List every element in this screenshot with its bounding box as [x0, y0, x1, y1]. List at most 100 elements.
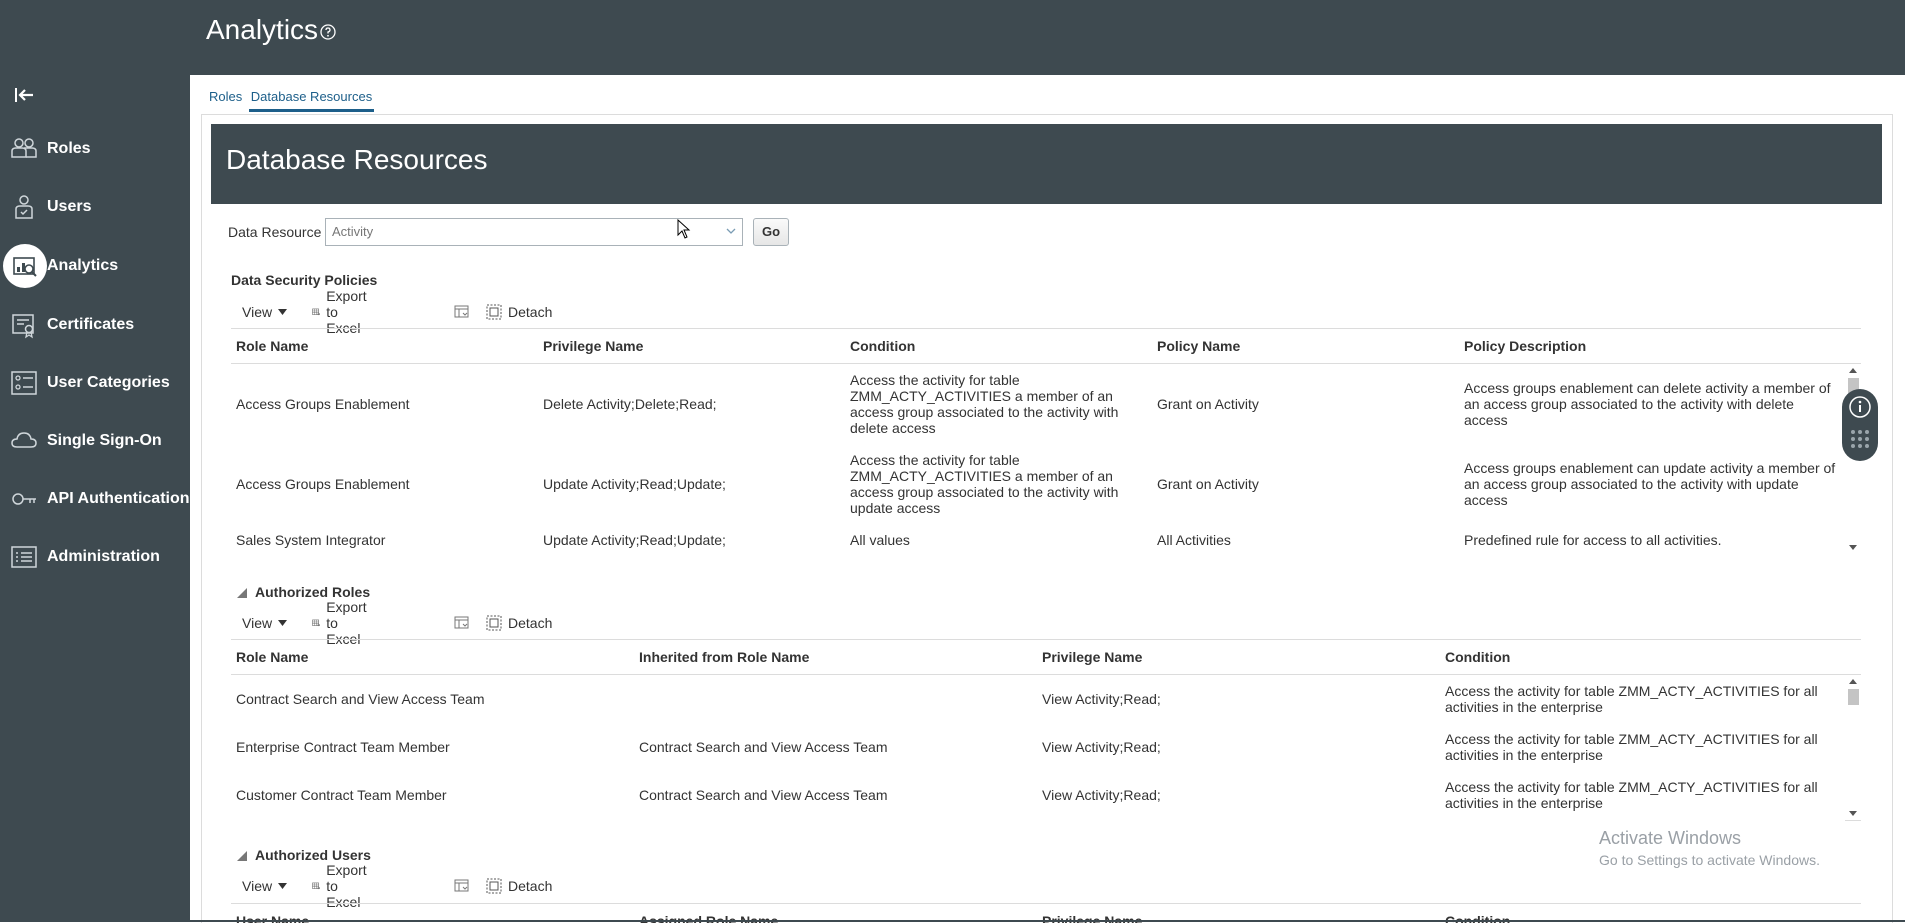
- caret-down-icon: [278, 309, 288, 315]
- apps-grid-icon[interactable]: [1850, 429, 1870, 453]
- authorized-roles-title: Authorized Roles: [255, 584, 371, 600]
- sidebar-item-analytics[interactable]: Analytics: [0, 244, 190, 288]
- scroll-down-arrow[interactable]: [1849, 811, 1857, 816]
- freeze-columns-icon: [454, 616, 469, 629]
- help-icon[interactable]: [320, 24, 336, 40]
- page-banner: Database Resources: [211, 124, 1882, 204]
- sidebar-item-label: Analytics: [47, 257, 119, 274]
- export-excel-icon: [312, 308, 321, 316]
- tab-database-resources[interactable]: Database Resources: [249, 89, 374, 112]
- sidebar-item-certificates[interactable]: Certificates: [0, 303, 190, 347]
- privilege-name-cell: View Activity;Read;: [1042, 787, 1161, 803]
- condition-line: access group associated to the activity …: [850, 404, 1119, 420]
- sidebar-item-administration[interactable]: Administration: [0, 535, 190, 579]
- policy-description-cell: Access groups enablement can delete acti…: [1464, 380, 1843, 428]
- detach-button[interactable]: Detach: [486, 611, 552, 635]
- view-label: View: [242, 878, 273, 894]
- tab-roles[interactable]: Roles: [209, 89, 242, 104]
- column-header[interactable]: Role Name: [236, 649, 308, 665]
- floating-help-widget[interactable]: [1842, 389, 1878, 461]
- export-to-excel-button[interactable]: Export to Excel: [312, 599, 374, 647]
- column-header[interactable]: Condition: [1445, 649, 1510, 665]
- detach-button[interactable]: Detach: [486, 874, 552, 898]
- condition-line: Access the activity for table ZMM_ACTY_A…: [1445, 731, 1818, 747]
- chevron-down-icon: [726, 228, 736, 234]
- table-body: Contract Search and View Access Team Vie…: [231, 675, 1843, 819]
- condition-line: ZMM_ACTY_ACTIVITIES a member of an: [850, 388, 1113, 404]
- sidebar-item-users[interactable]: Users: [0, 185, 190, 229]
- detach-button[interactable]: Detach: [486, 300, 552, 324]
- table-row[interactable]: Access Groups Enablement Delete Activity…: [231, 364, 1843, 444]
- detach-icon: [486, 878, 502, 894]
- privilege-name-cell: Update Activity;Read;Update;: [543, 476, 726, 492]
- detach-label: Detach: [508, 615, 553, 631]
- caret-down-icon: [278, 620, 288, 626]
- sidebar-item-api-authentication[interactable]: API Authentication: [0, 477, 190, 521]
- view-menu[interactable]: View: [242, 300, 293, 324]
- column-header[interactable]: Condition: [850, 338, 915, 354]
- condition-line: Access the activity for table ZMM_ACTY_A…: [1445, 779, 1818, 795]
- scroll-down-arrow[interactable]: [1849, 545, 1857, 550]
- administration-icon: [11, 546, 37, 568]
- condition-line: Access the activity for table ZMM_ACTY_A…: [1445, 683, 1818, 699]
- scrollbar-thumb[interactable]: [1848, 689, 1859, 705]
- export-to-excel-button[interactable]: Export to Excel: [312, 862, 374, 910]
- view-menu[interactable]: View: [242, 874, 293, 898]
- scroll-up-arrow[interactable]: [1849, 368, 1857, 373]
- collapse-sidebar-icon[interactable]: [14, 86, 36, 104]
- activation-watermark-title: Activate Windows: [1599, 828, 1742, 848]
- sidebar-item-user-categories[interactable]: User Categories: [0, 361, 190, 405]
- condition-line: ZMM_ACTY_ACTIVITIES a member of an: [850, 468, 1113, 484]
- condition-line: activities in the enterprise: [1445, 699, 1603, 715]
- condition-line: access group associated to the activity …: [850, 484, 1119, 500]
- table-row[interactable]: Enterprise Contract Team Member Contract…: [231, 723, 1843, 771]
- export-to-excel-button[interactable]: Export to Excel: [312, 288, 374, 336]
- freeze-columns-icon: [454, 879, 469, 892]
- table-row[interactable]: Access Groups Enablement Update Activity…: [231, 444, 1843, 524]
- privilege-name-cell: Delete Activity;Delete;Read;: [543, 396, 717, 412]
- sidebar-item-label: Administration: [47, 548, 160, 565]
- policy-name-cell: Grant on Activity: [1157, 396, 1259, 412]
- authorized-roles-header[interactable]: Authorized Roles: [237, 584, 370, 600]
- analytics-icon: [13, 257, 37, 277]
- column-header[interactable]: Privilege Name: [543, 338, 643, 354]
- detach-label: Detach: [508, 304, 553, 320]
- description-line: an access group associated to the activi…: [1464, 396, 1794, 412]
- sidebar-item-label: User Categories: [47, 374, 170, 391]
- authorized-users-header[interactable]: Authorized Users: [237, 847, 371, 863]
- policy-name-cell: Grant on Activity: [1157, 476, 1259, 492]
- collapse-triangle-icon[interactable]: [237, 588, 247, 599]
- table-row[interactable]: Contract Search and View Access Team Vie…: [231, 675, 1843, 723]
- condition-line: Access the activity for table: [850, 372, 1020, 388]
- privilege-name-cell: Update Activity;Read;Update;: [543, 532, 726, 548]
- freeze-button[interactable]: [454, 611, 476, 635]
- vertical-scrollbar[interactable]: [1845, 675, 1861, 821]
- column-header[interactable]: Role Name: [236, 338, 308, 354]
- certificates-icon: [12, 314, 34, 339]
- scroll-up-arrow[interactable]: [1849, 679, 1857, 684]
- info-icon[interactable]: [1848, 395, 1872, 419]
- column-header[interactable]: Inherited from Role Name: [639, 649, 809, 665]
- sidebar-item-roles[interactable]: Roles: [0, 127, 190, 171]
- policy-description-cell: Predefined rule for access to all activi…: [1464, 532, 1722, 548]
- description-line: an access group associated to the activi…: [1464, 476, 1799, 492]
- sidebar-item-single-sign-on[interactable]: Single Sign-On: [0, 419, 190, 463]
- data-security-policies-table: Role Name Privilege Name Condition Polic…: [231, 328, 1861, 555]
- detach-label: Detach: [508, 878, 553, 894]
- table-row[interactable]: Customer Contract Team Member Contract S…: [231, 771, 1843, 819]
- collapse-triangle-icon[interactable]: [237, 851, 247, 862]
- freeze-button[interactable]: [454, 874, 476, 898]
- go-button[interactable]: Go: [753, 218, 789, 246]
- table-row[interactable]: Sales System Integrator Update Activity;…: [231, 524, 1843, 554]
- view-menu[interactable]: View: [242, 611, 293, 635]
- description-line: Access groups enablement can delete acti…: [1464, 380, 1831, 396]
- description-line: access: [1464, 412, 1508, 428]
- export-excel-icon: [312, 619, 321, 627]
- export-excel-icon: [312, 882, 321, 890]
- column-header[interactable]: Privilege Name: [1042, 649, 1142, 665]
- freeze-button[interactable]: [454, 300, 476, 324]
- condition-line: activities in the enterprise: [1445, 795, 1603, 811]
- column-header[interactable]: Policy Name: [1157, 338, 1240, 354]
- column-header[interactable]: Policy Description: [1464, 338, 1586, 354]
- policy-description-cell: Access groups enablement can update acti…: [1464, 460, 1843, 508]
